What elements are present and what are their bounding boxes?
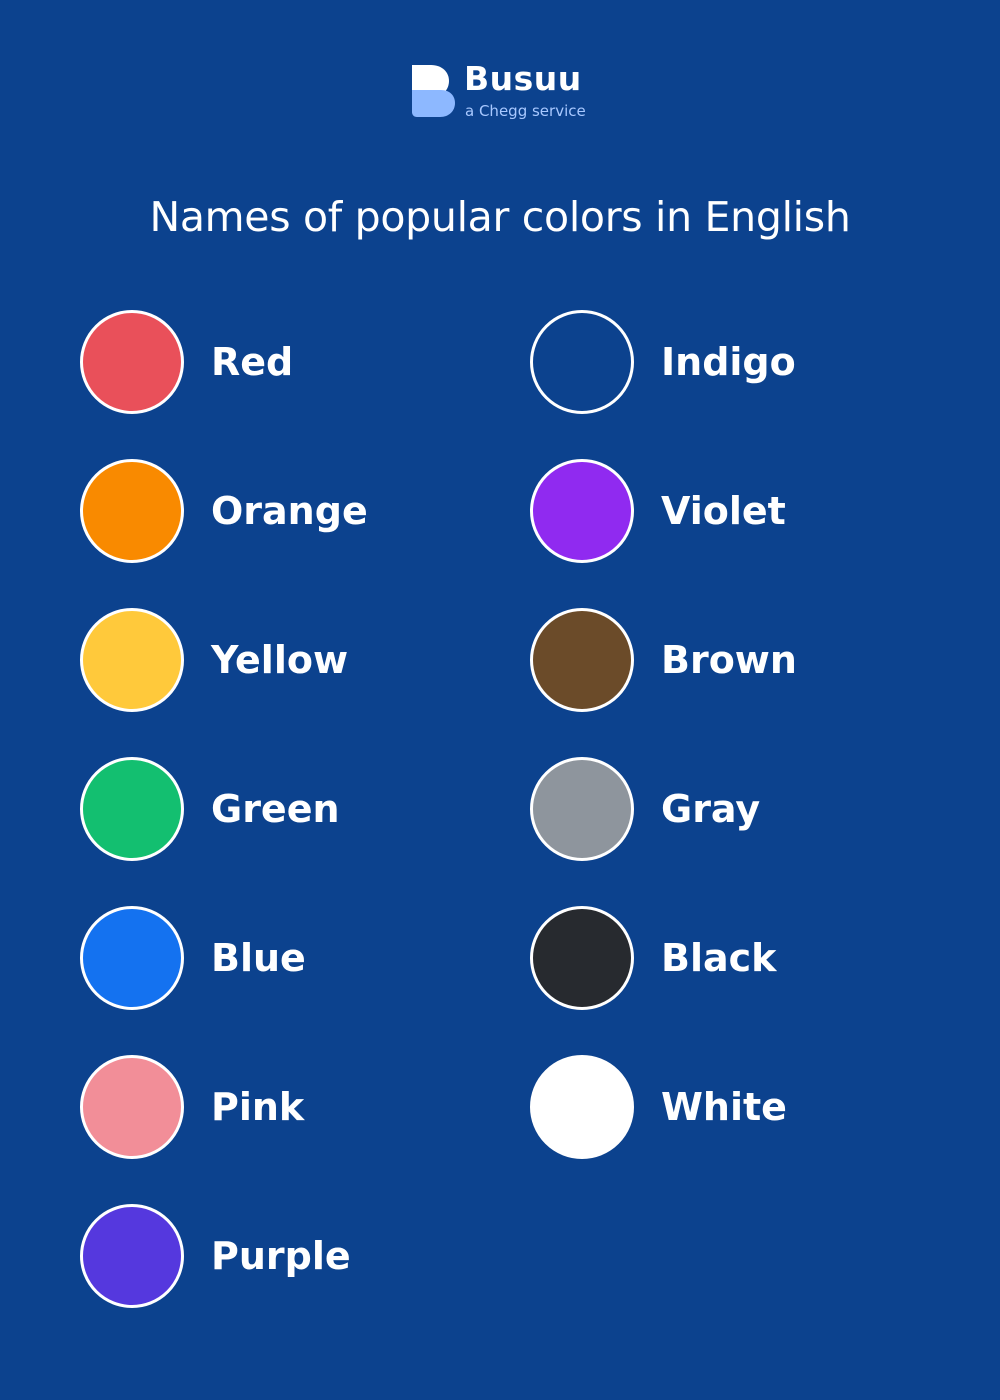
busuu-logo-icon [412, 65, 455, 117]
color-name: Orange [211, 489, 368, 533]
color-swatch [530, 906, 634, 1010]
color-swatch [530, 1055, 634, 1159]
color-item-red: Red [80, 310, 480, 414]
color-name: Black [661, 936, 777, 980]
color-name: White [661, 1085, 787, 1129]
color-item-pink: Pink [80, 1055, 480, 1159]
color-swatch [80, 310, 184, 414]
color-item-violet: Violet [530, 459, 930, 563]
color-name: Purple [211, 1234, 351, 1278]
color-name: Red [211, 340, 294, 384]
infographic: Busuu a Chegg service Names of popular c… [0, 0, 1000, 1400]
page-title: Names of popular colors in English [149, 193, 851, 241]
color-list-left: Red Orange Yellow Green Blue Pink Purple [80, 310, 480, 1353]
color-swatch [530, 608, 634, 712]
color-item-white: White [530, 1055, 930, 1159]
color-swatch [80, 1055, 184, 1159]
color-item-brown: Brown [530, 608, 930, 712]
color-name: Green [211, 787, 340, 831]
color-item-blue: Blue [80, 906, 480, 1010]
color-swatch [530, 459, 634, 563]
color-swatch [80, 757, 184, 861]
color-name: Indigo [661, 340, 796, 384]
color-swatch [530, 310, 634, 414]
color-name: Yellow [211, 638, 349, 682]
brand-tagline: a Chegg service [465, 102, 586, 120]
color-swatch [80, 608, 184, 712]
color-swatch [80, 906, 184, 1010]
color-swatch [80, 1204, 184, 1308]
color-list-right: Indigo Violet Brown Gray Black White [530, 310, 930, 1204]
color-item-purple: Purple [80, 1204, 480, 1308]
brand-name: Busuu [464, 59, 582, 98]
color-name: Gray [661, 787, 761, 831]
color-swatch [530, 757, 634, 861]
color-name: Blue [211, 936, 306, 980]
color-item-gray: Gray [530, 757, 930, 861]
color-item-black: Black [530, 906, 930, 1010]
color-item-orange: Orange [80, 459, 480, 563]
color-item-yellow: Yellow [80, 608, 480, 712]
color-item-green: Green [80, 757, 480, 861]
color-name: Violet [661, 489, 786, 533]
color-swatch [80, 459, 184, 563]
color-name: Pink [211, 1085, 305, 1129]
color-item-indigo: Indigo [530, 310, 930, 414]
busuu-logo: Busuu a Chegg service [409, 59, 599, 122]
color-name: Brown [661, 638, 797, 682]
